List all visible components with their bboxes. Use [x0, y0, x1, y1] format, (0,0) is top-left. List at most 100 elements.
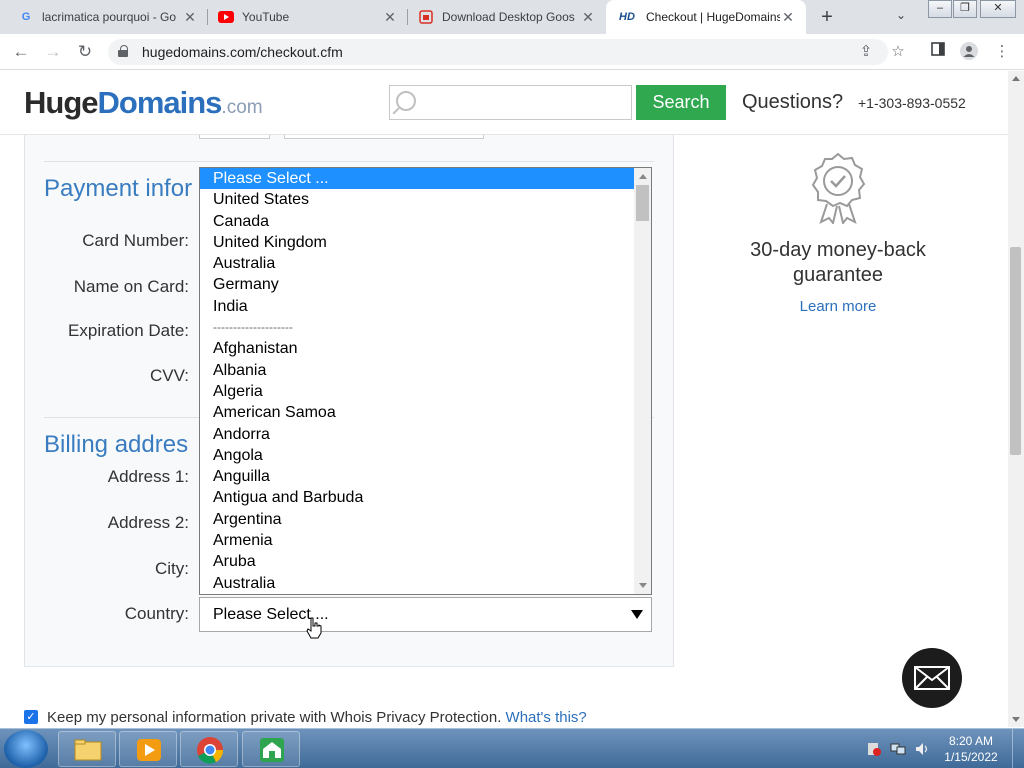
volume-icon[interactable]	[914, 741, 930, 757]
whats-this-link[interactable]: What's this?	[506, 709, 587, 726]
taskbar-clock[interactable]: 8:20 AM 1/15/2022	[940, 733, 1002, 765]
download-site-icon	[418, 9, 434, 25]
forward-arrow-icon[interactable]: →	[42, 41, 64, 63]
show-desktop-button[interactable]	[1012, 729, 1024, 768]
taskbar-media-player[interactable]	[119, 731, 177, 767]
reload-icon[interactable]: ↻	[74, 41, 96, 63]
money-back-guarantee-text: 30-day money-back guarantee	[750, 239, 926, 286]
country-option[interactable]: Andorra	[200, 424, 651, 445]
close-tab-icon[interactable]: ✕	[580, 9, 596, 26]
country-option[interactable]: Afghanistan	[200, 338, 651, 359]
country-option[interactable]: India	[200, 296, 651, 317]
url-text[interactable]: hugedomains.com/checkout.cfm	[142, 44, 343, 60]
country-option[interactable]: Aruba	[200, 551, 651, 572]
restore-window-button[interactable]: ❐	[953, 0, 977, 18]
country-label: Country:	[124, 604, 189, 623]
country-option[interactable]: Canada	[200, 211, 651, 232]
country-option[interactable]: American Samoa	[200, 402, 651, 423]
country-option[interactable]: Australia	[200, 253, 651, 274]
country-option[interactable]: United Kingdom	[200, 232, 651, 253]
close-tab-icon[interactable]: ✕	[382, 9, 398, 26]
guarantee-badge-icon	[809, 152, 867, 226]
share-icon[interactable]: ⇪	[856, 42, 876, 62]
close-tab-icon[interactable]: ✕	[182, 9, 198, 26]
partial-input-field[interactable]	[284, 135, 484, 139]
scrollbar-thumb[interactable]	[636, 185, 649, 221]
tab-search-chevron-icon[interactable]: ⌄	[896, 8, 906, 22]
section-divider	[44, 161, 654, 162]
chrome-icon	[197, 737, 224, 764]
new-tab-button[interactable]: +	[814, 4, 840, 30]
tab-title: YouTube	[242, 10, 290, 24]
tab-checkout-hugedomains[interactable]: HD Checkout | HugeDomains ✕	[606, 0, 806, 34]
cvv-label: CVV:	[149, 366, 189, 385]
envelope-icon	[914, 666, 950, 690]
tab-title: Checkout | HugeDomains	[646, 10, 780, 24]
clock-date: 1/15/2022	[944, 750, 998, 764]
learn-more-link[interactable]: Learn more	[728, 298, 948, 315]
country-option[interactable]: Argentina	[200, 509, 651, 530]
dropdown-scrollbar[interactable]	[634, 168, 651, 594]
logo-huge: Huge	[24, 85, 98, 120]
tab-google-search[interactable]: G lacrimatica pourquoi - Go ✕	[8, 0, 208, 34]
network-icon[interactable]	[890, 741, 906, 757]
tab-title: Download Desktop Goos	[442, 10, 575, 24]
minimize-window-button[interactable]: ‒	[928, 0, 952, 18]
search-icon	[396, 91, 416, 111]
country-option[interactable]: United States	[200, 189, 651, 210]
city-label: City:	[155, 559, 189, 578]
address-2-label: Address 2:	[107, 513, 189, 532]
privacy-label: Keep my personal information private wit…	[47, 709, 502, 726]
back-arrow-icon[interactable]: ←	[10, 41, 32, 63]
country-option[interactable]: Antigua and Barbuda	[200, 487, 651, 508]
country-option[interactable]: Anguilla	[200, 466, 651, 487]
country-option[interactable]: Please Select ...	[200, 168, 651, 190]
whois-privacy-checkbox[interactable]: ✓	[24, 710, 38, 724]
taskbar-explorer[interactable]	[58, 731, 116, 767]
country-option[interactable]: Armenia	[200, 530, 651, 551]
payment-info-title: Payment infor	[44, 175, 193, 202]
site-header: HugeDomains.com Search Questions? +1-303…	[0, 71, 1008, 135]
address-bar[interactable]: hugedomains.com/checkout.cfm	[108, 39, 888, 65]
lock-icon[interactable]	[118, 45, 128, 57]
country-option[interactable]: Albania	[200, 360, 651, 381]
profile-avatar-icon[interactable]	[959, 42, 979, 62]
chat-button[interactable]	[902, 648, 962, 708]
action-center-flag-icon[interactable]	[866, 741, 882, 757]
tab-youtube[interactable]: YouTube ✕	[208, 0, 408, 34]
name-on-card-label: Name on Card:	[73, 277, 189, 296]
country-option[interactable]: Germany	[200, 274, 651, 295]
country-option[interactable]: Algeria	[200, 381, 651, 402]
tab-title: lacrimatica pourquoi - Go	[42, 10, 177, 24]
page-scrollbar[interactable]	[1008, 71, 1024, 727]
close-window-button[interactable]: ✕	[980, 0, 1016, 18]
hugedomains-icon: HD	[619, 11, 635, 23]
country-option[interactable]: Angola	[200, 445, 651, 466]
privacy-text: Keep my personal information private wit…	[47, 709, 587, 726]
card-number-label: Card Number:	[82, 231, 189, 250]
domain-search-input[interactable]	[389, 85, 632, 120]
menu-dots-icon[interactable]: ⋮	[992, 42, 1012, 62]
scrollbar-thumb[interactable]	[1010, 247, 1021, 455]
side-panel-icon[interactable]	[928, 42, 948, 62]
country-option[interactable]: Australia	[200, 573, 651, 594]
search-button[interactable]: Search	[636, 85, 726, 120]
start-button[interactable]	[4, 730, 48, 768]
partial-input-field[interactable]	[199, 135, 270, 139]
hugedomains-logo[interactable]: HugeDomains.com	[24, 85, 263, 121]
bookmark-star-icon[interactable]: ☆	[888, 42, 908, 62]
country-dropdown-list[interactable]: Please Select ... United States Canada U…	[199, 167, 652, 595]
scroll-down-icon[interactable]	[639, 583, 647, 588]
browser-tab-strip: G lacrimatica pourquoi - Go ✕ YouTube ✕ …	[0, 0, 1024, 34]
tab-download-desktop-goose[interactable]: Download Desktop Goos ✕	[408, 0, 606, 34]
close-tab-icon[interactable]: ✕	[780, 9, 796, 26]
scroll-up-icon[interactable]	[1012, 76, 1020, 81]
country-select[interactable]: Please Select ...	[199, 597, 652, 632]
scroll-down-icon[interactable]	[1012, 717, 1020, 722]
windows-taskbar: 8:20 AM 1/15/2022	[0, 728, 1024, 768]
scroll-up-icon[interactable]	[639, 174, 647, 179]
billing-address-title: Billing addres	[44, 431, 189, 458]
phone-number[interactable]: +1-303-893-0552	[858, 95, 966, 111]
taskbar-app[interactable]	[242, 731, 300, 767]
taskbar-chrome[interactable]	[180, 731, 238, 767]
